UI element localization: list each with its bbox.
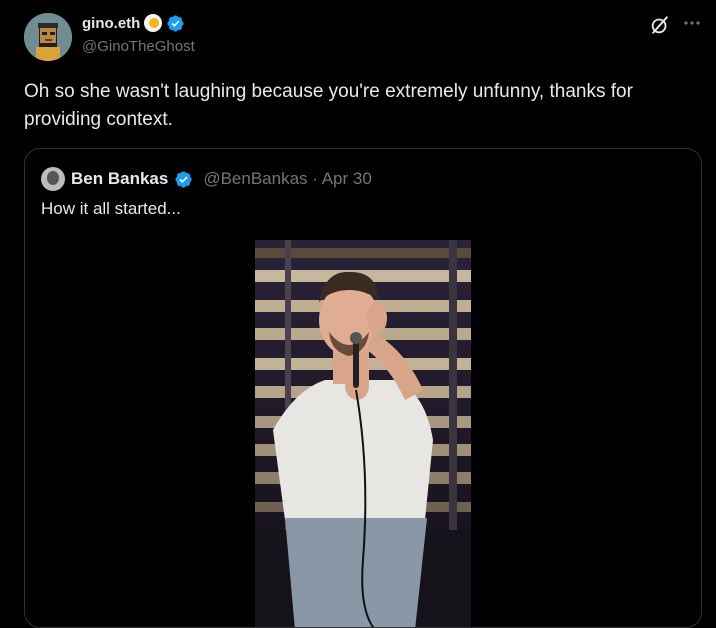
quoted-handle-date[interactable]: @BenBankas · Apr 30 (203, 169, 371, 189)
verified-badge-icon (175, 170, 192, 188)
video-frame-image (255, 240, 471, 627)
egg-emoji-icon (144, 14, 163, 32)
tweet[interactable]: gino.eth @GinoTheGhost Oh so she wasn't … (0, 0, 716, 628)
quoted-tweet-card[interactable]: Ben Bankas @BenBankas · Apr 30 How it al… (24, 148, 702, 628)
quoted-header: Ben Bankas @BenBankas · Apr 30 (41, 167, 372, 191)
author-display-name[interactable]: gino.eth (82, 15, 140, 32)
more-options-icon[interactable] (681, 12, 703, 34)
grok-icon[interactable] (649, 14, 671, 36)
quoted-video[interactable] (255, 240, 471, 627)
pixel-avatar-image (24, 13, 72, 61)
quoted-text: How it all started... (41, 199, 181, 218)
quoted-display-name[interactable]: Ben Bankas (71, 169, 168, 189)
tweet-text: Oh so she wasn't laughing because you're… (24, 81, 633, 130)
verified-badge-icon[interactable] (166, 14, 185, 33)
author-handle[interactable]: @GinoTheGhost (82, 38, 195, 55)
author-avatar[interactable] (24, 13, 72, 61)
quoted-author-avatar[interactable] (41, 167, 65, 191)
author-name-row: gino.eth (82, 13, 185, 33)
